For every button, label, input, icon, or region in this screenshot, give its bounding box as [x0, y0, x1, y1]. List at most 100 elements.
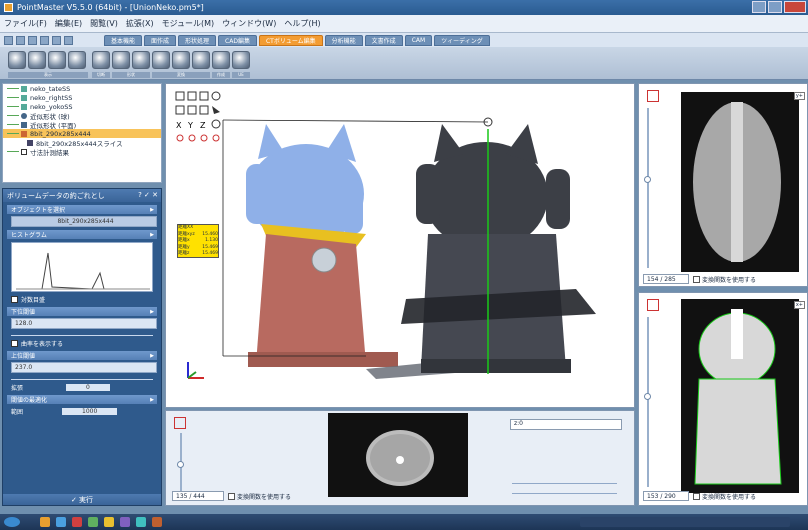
tab-cad[interactable]: CAD編集: [218, 35, 257, 46]
use-transfer-checkbox[interactable]: 変換関数を使用する: [693, 492, 756, 501]
tab-analysis[interactable]: 分析機能: [324, 35, 363, 46]
tab-ct-volume[interactable]: CTボリューム編集: [258, 35, 323, 46]
trash-icon[interactable]: [92, 51, 110, 69]
view-mode-icon[interactable]: [647, 299, 659, 311]
taskbar-app-icon[interactable]: [40, 517, 50, 527]
slider-knob[interactable]: [644, 393, 651, 400]
menu-extend[interactable]: 拡張(X): [126, 18, 154, 29]
tab-surface[interactable]: 面作成: [144, 35, 177, 46]
section-rate[interactable]: 閾値の最適化 ▶: [7, 395, 157, 404]
x-slice-slider[interactable]: [647, 317, 649, 487]
panel-buttons[interactable]: ? ✓ ✕: [138, 191, 158, 199]
slice-counter[interactable]: 154 / 285: [643, 274, 689, 284]
tab-seeding[interactable]: ツィーディング: [434, 35, 490, 46]
lower-threshold-input[interactable]: 128.0: [11, 318, 157, 329]
slice-counter[interactable]: 153 / 290: [643, 491, 689, 501]
tree-connector: [7, 151, 19, 152]
taskbar-app-icon[interactable]: [152, 517, 162, 527]
save-icon[interactable]: [28, 35, 37, 45]
object-field[interactable]: 8bit_290x285x444: [11, 216, 157, 227]
menu-file[interactable]: ファイル(F): [4, 18, 47, 29]
redo-icon[interactable]: [64, 35, 73, 45]
cat-models-render: [187, 117, 596, 379]
chevron-icon: ▶: [150, 396, 154, 403]
open-file-icon[interactable]: [16, 35, 25, 45]
extend-input[interactable]: 0: [66, 384, 110, 391]
range-input[interactable]: 1000: [62, 408, 118, 415]
shape-icon[interactable]: [132, 51, 150, 69]
ue-icon[interactable]: [232, 51, 250, 69]
slice-view-z[interactable]: 135 / 444 変換関数を使用する z:0: [165, 410, 635, 506]
group-transform: 変換: [152, 72, 210, 78]
view-mode-icon[interactable]: [174, 417, 186, 429]
checkbox-icon: [11, 340, 18, 347]
create-icon[interactable]: [212, 51, 230, 69]
display-icon[interactable]: [8, 51, 26, 69]
tab-shape[interactable]: 形状処理: [178, 35, 217, 46]
tree-item[interactable]: neko_tateSS: [3, 84, 161, 93]
slice-view-y[interactable]: 154 / 285 変換関数を使用する y+: [638, 83, 808, 287]
menu-view[interactable]: 閲覧(V): [90, 18, 118, 29]
menu-help[interactable]: ヘルプ(H): [284, 18, 320, 29]
y-slice-slider[interactable]: [647, 108, 649, 268]
window-controls: [752, 1, 806, 13]
section-histogram[interactable]: ヒストグラム ▶: [7, 230, 157, 239]
range-slider-top[interactable]: [512, 483, 617, 484]
axis-dropdown[interactable]: z:0: [510, 419, 622, 430]
minimize-button[interactable]: [752, 1, 766, 13]
group-cut: 切断: [92, 72, 110, 78]
slice-counter[interactable]: 135 / 444: [172, 491, 224, 501]
cut-icon[interactable]: [112, 51, 130, 69]
gear-icon[interactable]: [192, 51, 210, 69]
menu-edit[interactable]: 編集(E): [55, 18, 82, 29]
maximize-button[interactable]: [768, 1, 782, 13]
taskbar-app-icon[interactable]: [104, 517, 114, 527]
system-tray[interactable]: [580, 517, 790, 527]
transform-icon[interactable]: [172, 51, 190, 69]
tree-item[interactable]: 近似形状 (球): [3, 111, 161, 121]
upper-threshold-slider[interactable]: [11, 376, 153, 380]
section-select[interactable]: オブジェクトを選択 ▶: [7, 205, 157, 214]
start-button-icon[interactable]: [4, 517, 20, 527]
main-3d-viewport[interactable]: XYZ 距離XX 距離xyz 15.460 距離x 1.130 距離y 15.469 …: [165, 83, 635, 408]
view-icon[interactable]: [48, 51, 66, 69]
menu-module[interactable]: モジュール(M): [162, 18, 215, 29]
tab-cam[interactable]: CAM: [404, 35, 433, 46]
execute-button[interactable]: ✓ 実行: [3, 494, 161, 505]
tree-item[interactable]: neko_rightSS: [3, 93, 161, 102]
tab-basic[interactable]: 基本機能: [104, 35, 143, 46]
slice-view-x[interactable]: 153 / 290 変換関数を使用する x+: [638, 292, 808, 506]
slider-knob[interactable]: [177, 461, 184, 468]
print-icon[interactable]: [40, 35, 49, 45]
taskbar-app-icon[interactable]: [72, 517, 82, 527]
undo-icon[interactable]: [52, 35, 61, 45]
rotate-icon[interactable]: [28, 51, 46, 69]
tree-item[interactable]: 8bit_290x285x444スライス: [3, 138, 161, 148]
upper-threshold-input[interactable]: 237.0: [11, 362, 157, 373]
lower-threshold-slider[interactable]: [11, 332, 153, 336]
use-transfer-checkbox[interactable]: 変換関数を使用する: [228, 492, 291, 501]
tree-item[interactable]: neko_yokoSS: [3, 102, 161, 111]
group-shape: 形状: [112, 72, 150, 78]
show-rate-checkbox[interactable]: 曲率を表示する: [11, 339, 153, 348]
use-transfer-checkbox[interactable]: 変換関数を使用する: [693, 275, 756, 284]
section-upper[interactable]: 上位閾値 ▶: [7, 351, 157, 360]
range-slider-bottom[interactable]: [512, 493, 617, 494]
taskbar-app-icon[interactable]: [120, 517, 130, 527]
taskbar-app-icon[interactable]: [88, 517, 98, 527]
taskbar-app-icon[interactable]: [136, 517, 146, 527]
menu-window[interactable]: ウィンドウ(W): [222, 18, 276, 29]
section-lower[interactable]: 下位閾値 ▶: [7, 307, 157, 316]
settings-icon[interactable]: [68, 51, 86, 69]
slider-knob[interactable]: [644, 176, 651, 183]
tree-item[interactable]: 近似形状 (平面): [3, 120, 161, 130]
close-button[interactable]: [784, 1, 806, 13]
tab-document[interactable]: 文書作成: [364, 35, 403, 46]
taskbar-app-icon[interactable]: [56, 517, 66, 527]
log-scale-checkbox[interactable]: 対数目盛: [11, 295, 153, 304]
view-mode-icon[interactable]: [647, 90, 659, 102]
new-file-icon[interactable]: [4, 35, 13, 45]
mesh-icon[interactable]: [152, 51, 170, 69]
tree-item[interactable]: 寸法計測結果: [3, 147, 161, 157]
tree-connector: [7, 133, 19, 134]
